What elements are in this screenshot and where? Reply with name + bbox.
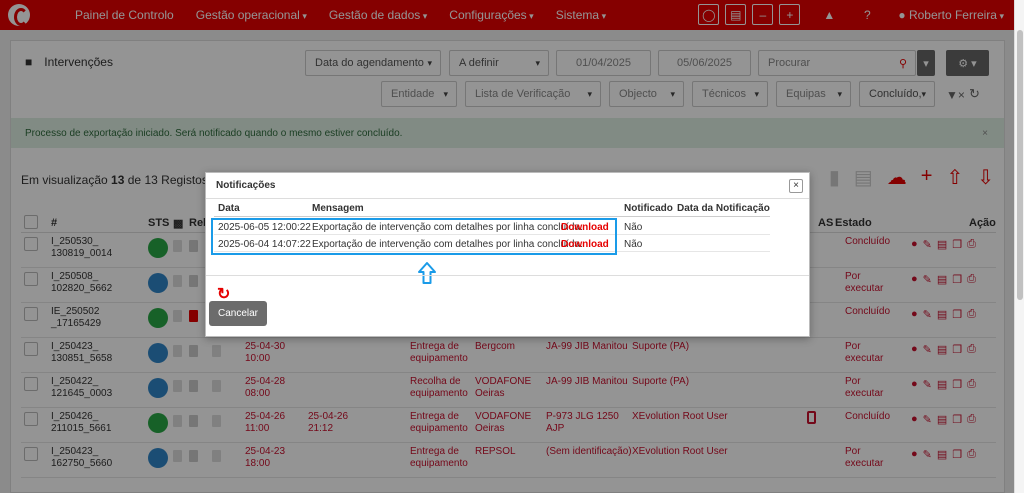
col-notificado: Notificado: [624, 203, 673, 214]
notification-notified: Não: [624, 222, 643, 233]
arrow-up-icon: [418, 262, 436, 284]
modal-title: Notificações: [216, 180, 276, 191]
highlight-box: [211, 218, 617, 255]
col-data-notificacao: Data da Notificação: [677, 203, 770, 214]
modal-footer-divider: [206, 275, 809, 276]
notification-notified: Não: [624, 239, 643, 250]
page-scrollbar[interactable]: [1014, 0, 1024, 493]
modal-close-button[interactable]: ×: [789, 179, 803, 193]
col-mensagem: Mensagem: [312, 203, 364, 214]
modal-header-line: [214, 216, 770, 217]
scrollbar-thumb[interactable]: [1017, 30, 1023, 300]
col-data: Data: [218, 203, 240, 214]
notifications-modal: Notificações × Data Mensagem Notificado …: [205, 172, 810, 337]
cancel-button[interactable]: Cancelar: [209, 301, 267, 326]
modal-divider: [206, 198, 809, 199]
